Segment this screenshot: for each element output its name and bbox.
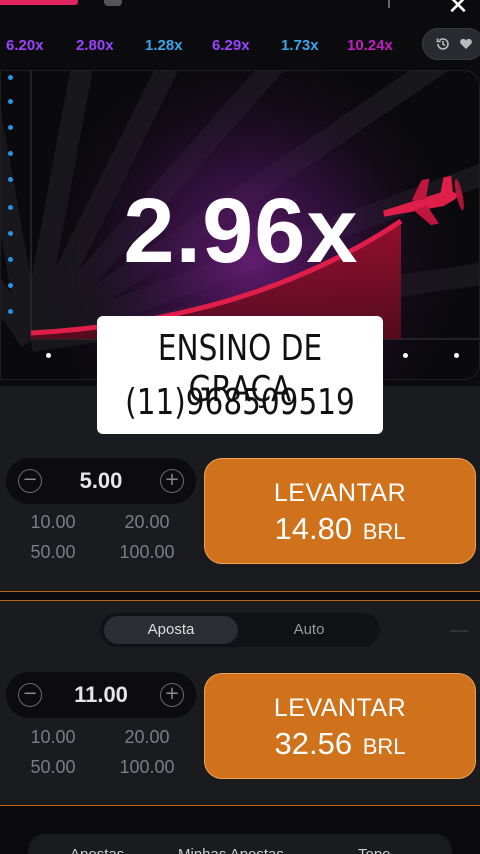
top-divider — [388, 0, 390, 8]
bet-amount-value[interactable]: 5.00 — [46, 458, 156, 504]
quick-bet-button[interactable]: 20.00 — [102, 727, 192, 748]
history-toggle-button[interactable] — [422, 28, 480, 60]
history-multiplier: 6.29x — [212, 36, 250, 54]
currency: BRL — [362, 734, 406, 759]
bet-mode-tabs: Aposta Auto — [100, 613, 380, 647]
bet-panel-2: Aposta Auto − 11.00 + 10.00 20.00 50.00 … — [0, 600, 480, 806]
bet-amount-value[interactable]: 11.00 — [46, 672, 156, 718]
tab-aposta[interactable]: Aposta — [104, 616, 238, 644]
multiplier-history: 6.20x 2.80x 1.28x 6.29x 1.73x 10.24x — [0, 26, 480, 64]
history-multiplier: 1.73x — [281, 36, 319, 54]
currency: BRL — [362, 519, 406, 544]
tab-topo[interactable]: Topo — [358, 846, 391, 854]
top-bar — [0, 0, 480, 14]
watermark-line-2: (11)968509519 — [125, 382, 355, 423]
cashout-label: LEVANTAR — [273, 694, 407, 722]
history-clock-icon — [436, 38, 449, 50]
bet-amount-stepper: − 5.00 + — [6, 458, 196, 504]
cashout-value: 14.80 — [274, 511, 353, 546]
current-multiplier: 2.96x — [123, 180, 359, 282]
promo-watermark: ENSINO DE GRAÇA (11)968509519 — [97, 316, 383, 434]
history-multiplier: 10.24x — [347, 36, 393, 54]
cashout-button[interactable]: LEVANTAR 32.56 BRL — [204, 673, 476, 779]
cashout-amount: 32.56 BRL — [205, 726, 475, 762]
cashout-value: 32.56 — [274, 726, 353, 761]
cashout-label: LEVANTAR — [273, 479, 407, 507]
quick-bet-button[interactable]: 10.00 — [8, 512, 98, 533]
history-multiplier: 1.28x — [145, 36, 183, 54]
top-handle — [104, 0, 122, 6]
tab-apostas[interactable]: Apostas — [70, 846, 124, 854]
bet-amount-stepper: − 11.00 + — [6, 672, 196, 718]
close-icon[interactable]: ✕ — [442, 0, 474, 20]
quick-bet-button[interactable]: 50.00 — [8, 542, 98, 563]
increase-bet-button[interactable]: + — [160, 683, 184, 707]
bets-tab-bar: Apostas Minhas Apostas Topo — [0, 814, 480, 854]
cashout-amount: 14.80 BRL — [205, 511, 475, 547]
history-multiplier: 6.20x — [6, 36, 44, 54]
decrease-bet-button[interactable]: − — [18, 683, 42, 707]
decrease-bet-button[interactable]: − — [18, 469, 42, 493]
panel-divider — [450, 630, 468, 632]
cashout-button[interactable]: LEVANTAR 14.80 BRL — [204, 458, 476, 564]
tab-auto[interactable]: Auto — [244, 616, 374, 644]
quick-bet-button[interactable]: 100.00 — [102, 757, 192, 778]
quick-bet-button[interactable]: 50.00 — [8, 757, 98, 778]
quick-bet-button[interactable]: 100.00 — [102, 542, 192, 563]
top-red-indicator — [0, 0, 78, 5]
quick-bet-button[interactable]: 10.00 — [8, 727, 98, 748]
quick-bet-button[interactable]: 20.00 — [102, 512, 192, 533]
increase-bet-button[interactable]: + — [160, 469, 184, 493]
history-multiplier: 2.80x — [76, 36, 114, 54]
tab-minhas-apostas[interactable]: Minhas Apostas — [178, 846, 284, 854]
chevron-down-icon — [460, 38, 472, 49]
